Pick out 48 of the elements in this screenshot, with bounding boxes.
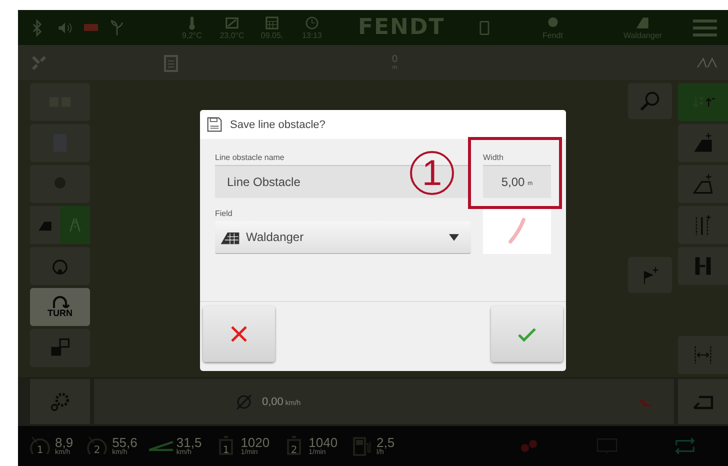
mode-toggle[interactable] xyxy=(60,206,90,244)
list-button[interactable] xyxy=(678,83,728,121)
field-dropdown[interactable]: Waldanger xyxy=(215,221,471,254)
cancel-button[interactable] xyxy=(203,306,275,362)
close-icon xyxy=(229,324,249,344)
screen-switch-button[interactable] xyxy=(30,329,90,367)
dialog-title: Save line obstacle? xyxy=(230,118,326,130)
callout-number: 1 xyxy=(410,151,454,195)
width-adjust-button[interactable] xyxy=(678,336,728,374)
settings-button[interactable] xyxy=(30,379,90,424)
clock-icon xyxy=(304,15,320,31)
map-button[interactable] xyxy=(30,124,90,162)
add-field-button[interactable] xyxy=(678,124,728,162)
gauge-value: 55,6 xyxy=(112,436,138,449)
field-icon xyxy=(220,230,240,244)
menu-icon[interactable] xyxy=(692,18,718,38)
caret-icon xyxy=(449,234,459,240)
plant-icon xyxy=(108,18,126,36)
gauge-value: 1020 xyxy=(240,436,270,449)
flag-button[interactable] xyxy=(628,257,672,293)
headland-button[interactable] xyxy=(30,247,90,285)
field-label: Field xyxy=(215,209,234,218)
search-icon xyxy=(638,90,662,112)
turn-label: TURN xyxy=(48,308,72,318)
add-boundary-button[interactable] xyxy=(678,165,728,203)
field-icon xyxy=(634,15,651,31)
confirm-button[interactable] xyxy=(491,306,563,362)
gauge-value: 31,5 xyxy=(176,436,202,449)
average-speed-value: 0,00 xyxy=(262,396,284,408)
u-turn-icon xyxy=(50,296,70,308)
add-track-button[interactable] xyxy=(678,206,728,244)
back-button[interactable] xyxy=(678,379,728,424)
search-button[interactable] xyxy=(628,83,672,119)
field-label: Line obstacle name xyxy=(215,153,286,162)
pointer-icon xyxy=(636,395,654,408)
boundary-plus-icon xyxy=(691,173,715,195)
calendar-icon xyxy=(264,15,280,31)
mode-toggle[interactable] xyxy=(30,206,60,244)
field-plus-icon xyxy=(691,132,715,154)
settings-icon xyxy=(48,390,72,412)
obstacle-line-drawing xyxy=(506,215,528,245)
diameter-icon xyxy=(234,392,254,412)
gauge-value: 8,9 xyxy=(55,436,74,449)
gauge-value: 2,5 xyxy=(376,436,395,449)
gauge-value: 1040 xyxy=(308,436,338,449)
field-label: Width xyxy=(483,153,504,162)
track-shift-button[interactable] xyxy=(678,247,728,285)
temperature-icon xyxy=(224,15,240,31)
